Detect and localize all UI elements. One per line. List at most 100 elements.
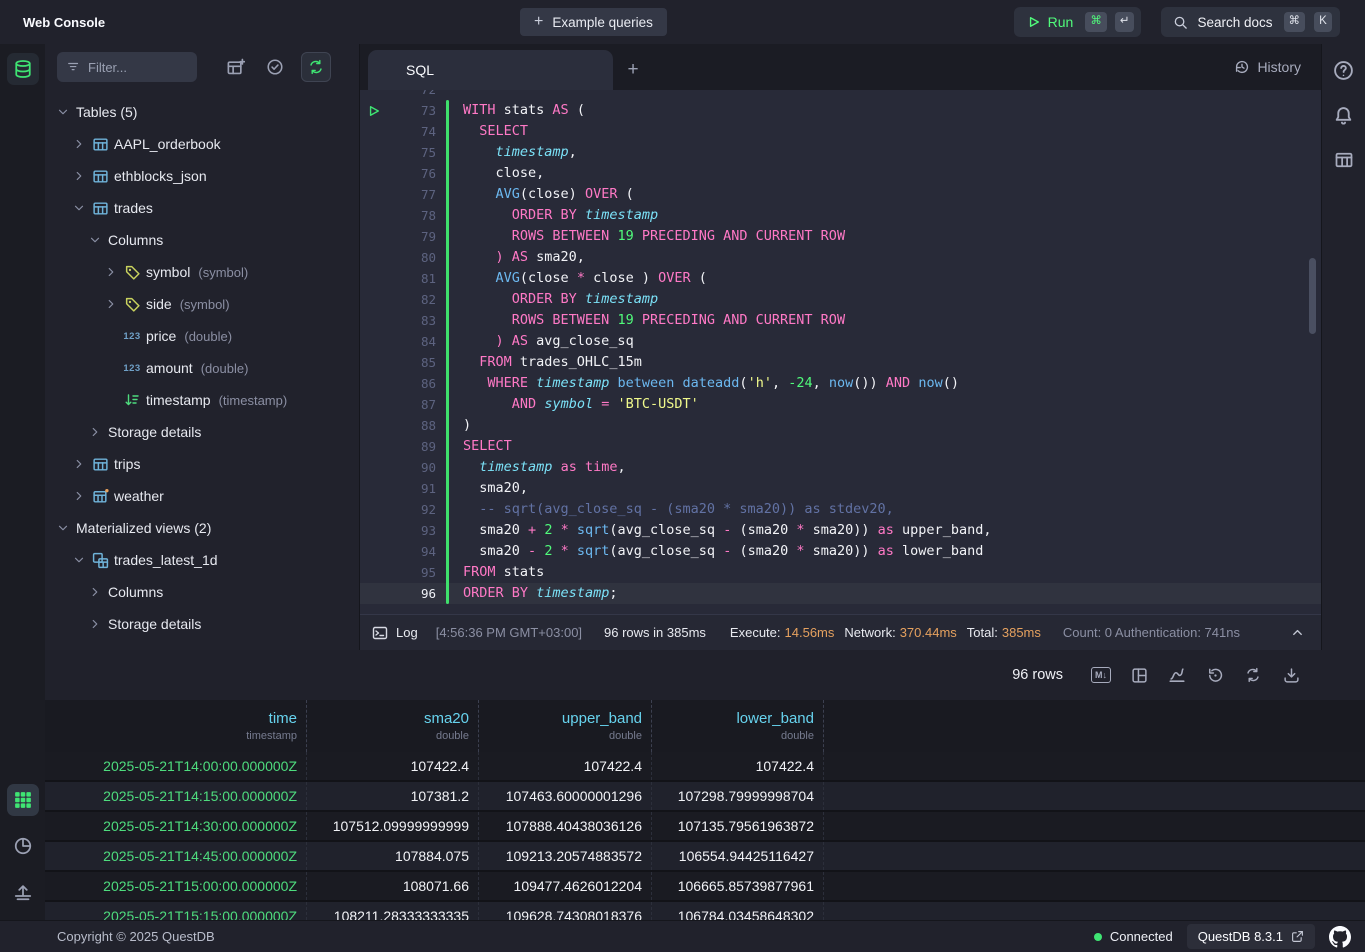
code-line-82[interactable]: 82 ORDER BY timestamp	[360, 289, 1321, 310]
code-line-80[interactable]: 80 ) AS sma20,	[360, 247, 1321, 268]
code-line-79[interactable]: 79 ROWS BETWEEN 19 PRECEDING AND CURRENT…	[360, 226, 1321, 247]
tree-item-timestamp[interactable]: timestamp(timestamp)	[45, 384, 359, 416]
tree-item-trades-latest-1d[interactable]: trades_latest_1d	[45, 544, 359, 576]
code-line-91[interactable]: 91 sma20,	[360, 478, 1321, 499]
markdown-icon-button[interactable]: M↓	[1089, 663, 1113, 687]
table-row[interactable]: 2025-05-21T15:15:00.000000Z108211.283333…	[45, 902, 1365, 920]
tree-item-tables-5-[interactable]: Tables (5)	[45, 96, 359, 128]
chevron-down-icon[interactable]	[69, 553, 89, 567]
table-row[interactable]: 2025-05-21T15:00:00.000000Z108071.661094…	[45, 872, 1365, 902]
tree-item-symbol[interactable]: symbol(symbol)	[45, 256, 359, 288]
tree-item-materialized-views-2-[interactable]: Materialized views (2)	[45, 512, 359, 544]
column-header-lower_band[interactable]: lower_banddouble	[652, 700, 824, 752]
table-row[interactable]: 2025-05-21T14:30:00.000000Z107512.099999…	[45, 812, 1365, 842]
filter-text-field[interactable]	[88, 60, 187, 75]
chevron-right-icon[interactable]	[69, 169, 89, 183]
notifications-icon-button[interactable]	[1333, 105, 1354, 126]
chevron-right-icon[interactable]	[101, 297, 121, 311]
chevron-right-icon[interactable]	[85, 585, 105, 599]
help-icon-button[interactable]	[1333, 60, 1354, 81]
chevron-right-icon[interactable]	[69, 137, 89, 151]
table-row[interactable]: 2025-05-21T14:00:00.000000Z107422.410742…	[45, 752, 1365, 782]
code-text: sma20 - 2 * sqrt(avg_close_sq - (sma20 *…	[463, 541, 983, 562]
code-line-81[interactable]: 81 AVG(close * close ) OVER (	[360, 268, 1321, 289]
chevron-down-icon[interactable]	[53, 105, 73, 119]
tree-item-storage-details[interactable]: Storage details	[45, 608, 359, 640]
column-header-sma20[interactable]: sma20double	[307, 700, 479, 752]
chart-icon-button[interactable]	[1165, 663, 1189, 687]
filter-input[interactable]	[57, 52, 197, 82]
code-line-92[interactable]: 92 -- sqrt(avg_close_sq - (sma20 * sma20…	[360, 499, 1321, 520]
code-line-90[interactable]: 90 timestamp as time,	[360, 457, 1321, 478]
chevron-right-icon[interactable]	[85, 617, 105, 631]
tree-item-amount[interactable]: 123amount(double)	[45, 352, 359, 384]
run-line-button[interactable]	[360, 105, 388, 117]
refresh-icon-button[interactable]	[1241, 663, 1265, 687]
tree-item-trips[interactable]: trips	[45, 448, 359, 480]
table-row[interactable]: 2025-05-21T14:45:00.000000Z107884.075109…	[45, 842, 1365, 872]
tree-item-price[interactable]: 123price(double)	[45, 320, 359, 352]
code-line-83[interactable]: 83 ROWS BETWEEN 19 PRECEDING AND CURRENT…	[360, 310, 1321, 331]
code-line-73[interactable]: 73WITH stats AS (	[360, 100, 1321, 121]
tab-sql[interactable]: SQL	[368, 50, 613, 90]
download-icon-button[interactable]	[1279, 663, 1303, 687]
editor-scrollbar[interactable]	[1309, 258, 1316, 334]
chevron-right-icon[interactable]	[69, 457, 89, 471]
table-row[interactable]: 2025-05-21T14:15:00.000000Z107381.210746…	[45, 782, 1365, 812]
code-editor[interactable]: 7273WITH stats AS (74 SELECT75 timestamp…	[360, 90, 1321, 614]
search-docs-button[interactable]: Search docs ⌘ K	[1161, 7, 1340, 37]
tree-item-storage-details[interactable]: Storage details	[45, 416, 359, 448]
chevron-down-icon[interactable]	[85, 233, 105, 247]
code-line-94[interactable]: 94 sma20 - 2 * sqrt(avg_close_sq - (sma2…	[360, 541, 1321, 562]
code-line-88[interactable]: 88)	[360, 415, 1321, 436]
code-line-87[interactable]: 87 AND symbol = 'BTC-USDT'	[360, 394, 1321, 415]
code-line-74[interactable]: 74 SELECT	[360, 121, 1321, 142]
version-badge[interactable]: QuestDB 8.3.1	[1187, 924, 1315, 949]
upload-icon-button[interactable]	[7, 876, 39, 908]
restore-icon-button[interactable]	[1203, 663, 1227, 687]
code-text: AVG(close) OVER (	[463, 184, 634, 205]
tree-item-trades[interactable]: trades	[45, 192, 359, 224]
code-line-86[interactable]: 86 WHERE timestamp between dateadd('h', …	[360, 373, 1321, 394]
tree-item-columns[interactable]: Columns	[45, 576, 359, 608]
chevron-down-icon[interactable]	[53, 521, 73, 535]
github-icon[interactable]	[1329, 926, 1351, 948]
chevron-right-icon[interactable]	[101, 265, 121, 279]
code-line-75[interactable]: 75 timestamp,	[360, 142, 1321, 163]
database-icon[interactable]	[7, 53, 39, 85]
run-button[interactable]: Run ⌘ ↵	[1014, 7, 1142, 37]
chevron-right-icon[interactable]	[85, 425, 105, 439]
tables-panel-icon-button[interactable]	[1334, 150, 1354, 170]
code-text: timestamp,	[463, 142, 577, 163]
chevron-right-icon[interactable]	[69, 489, 89, 503]
pie-chart-icon-button[interactable]	[7, 830, 39, 862]
add-table-button[interactable]	[221, 53, 249, 81]
tree-item-columns[interactable]: Columns	[45, 224, 359, 256]
check-circle-button[interactable]	[261, 53, 289, 81]
tree-item-side[interactable]: side(symbol)	[45, 288, 359, 320]
code-line-77[interactable]: 77 AVG(close) OVER (	[360, 184, 1321, 205]
code-line-89[interactable]: 89SELECT	[360, 436, 1321, 457]
history-button[interactable]: History	[1234, 59, 1301, 75]
code-line-85[interactable]: 85 FROM trades_OHLC_15m	[360, 352, 1321, 373]
code-line-95[interactable]: 95FROM stats	[360, 562, 1321, 583]
chevron-down-icon[interactable]	[69, 201, 89, 215]
code-line-93[interactable]: 93 sma20 + 2 * sqrt(avg_close_sq - (sma2…	[360, 520, 1321, 541]
code-line-76[interactable]: 76 close,	[360, 163, 1321, 184]
collapse-log-button[interactable]	[1290, 625, 1305, 640]
new-tab-button[interactable]: +	[613, 50, 653, 90]
refresh-schema-button[interactable]	[301, 52, 331, 82]
tree-item-weather[interactable]: weather	[45, 480, 359, 512]
code-line-78[interactable]: 78 ORDER BY timestamp	[360, 205, 1321, 226]
code-line-72[interactable]: 72	[360, 90, 1321, 100]
example-queries-button[interactable]: + Example queries	[520, 8, 667, 36]
grid-icon-button[interactable]	[7, 784, 39, 816]
column-header-time[interactable]: timetimestamp	[45, 700, 307, 752]
code-line-84[interactable]: 84 ) AS avg_close_sq	[360, 331, 1321, 352]
tree-item-ethblocks-json[interactable]: ethblocks_json	[45, 160, 359, 192]
tree-item-base-tables[interactable]: Base tables	[45, 640, 359, 650]
grid-layout-icon-button[interactable]	[1127, 663, 1151, 687]
code-line-96[interactable]: 96ORDER BY timestamp;	[360, 583, 1321, 604]
tree-item-aapl-orderbook[interactable]: AAPL_orderbook	[45, 128, 359, 160]
column-header-upper_band[interactable]: upper_banddouble	[479, 700, 652, 752]
